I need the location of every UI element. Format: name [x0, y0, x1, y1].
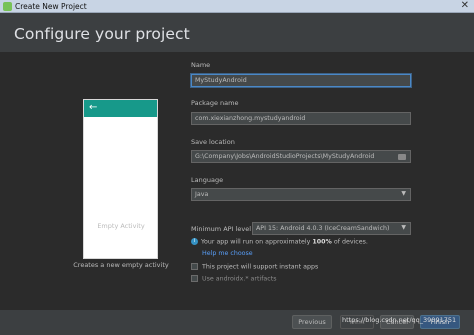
folder-icon[interactable] [398, 154, 406, 160]
androidx-option[interactable]: Use androidx.* artifacts [191, 275, 277, 283]
template-name: Empty Activity [97, 222, 145, 230]
close-icon[interactable]: ✕ [461, 0, 469, 12]
wizard-header: Configure your project [0, 14, 474, 52]
language-value: Java [195, 191, 209, 198]
language-label: Language [191, 176, 224, 184]
instant-apps-option[interactable]: This project will support instant apps [191, 263, 318, 271]
previous-button[interactable]: Previous [292, 315, 332, 329]
preview-toolbar: ← [84, 100, 157, 117]
instant-apps-checkbox[interactable] [191, 263, 198, 270]
wizard-content: ← Empty Activity Creates a new empty act… [0, 52, 474, 310]
activity-preview: ← [83, 99, 158, 259]
template-description: Creates a new empty activity [73, 261, 169, 269]
chevron-down-icon: ▼ [401, 224, 406, 231]
chevron-down-icon: ▼ [401, 190, 406, 197]
save-location-label: Save location [191, 138, 235, 146]
device-coverage-info: i Your app will run on approximately 100%… [191, 238, 368, 246]
package-field[interactable]: com.xiexianzhong.mystudyandroid [191, 112, 411, 125]
window-title: Create New Project [15, 2, 87, 11]
android-studio-icon [3, 2, 12, 11]
help-me-choose-link[interactable]: Help me choose [202, 250, 253, 257]
androidx-label: Use androidx.* artifacts [202, 275, 277, 283]
info-text-post: of devices. [333, 238, 368, 246]
watermark: https://blog.csdn.net/qq_39091751 [342, 316, 457, 324]
androidx-checkbox[interactable] [191, 275, 198, 282]
info-text-pre: Your app will run on approximately [201, 238, 311, 246]
name-field[interactable]: MyStudyAndroid [191, 74, 411, 87]
instant-apps-label: This project will support instant apps [202, 263, 319, 271]
name-label: Name [191, 61, 211, 69]
info-icon: i [191, 238, 198, 245]
info-percent: 100% [312, 238, 332, 246]
save-location-field[interactable]: G:\Company\Jobs\AndroidStudioProjects\My… [191, 150, 411, 163]
arrow-left-icon: ← [89, 102, 98, 113]
language-select[interactable]: Java ▼ [191, 188, 411, 201]
page-title: Configure your project [14, 25, 190, 43]
save-location-value: G:\Company\Jobs\AndroidStudioProjects\My… [195, 153, 375, 160]
package-label: Package name [191, 99, 239, 107]
min-api-label: Minimum API level [191, 225, 251, 233]
window-titlebar: Create New Project ✕ [0, 0, 474, 13]
min-api-select[interactable]: API 15: Android 4.0.3 (IceCreamSandwich)… [252, 222, 411, 235]
min-api-value: API 15: Android 4.0.3 (IceCreamSandwich) [256, 225, 390, 232]
